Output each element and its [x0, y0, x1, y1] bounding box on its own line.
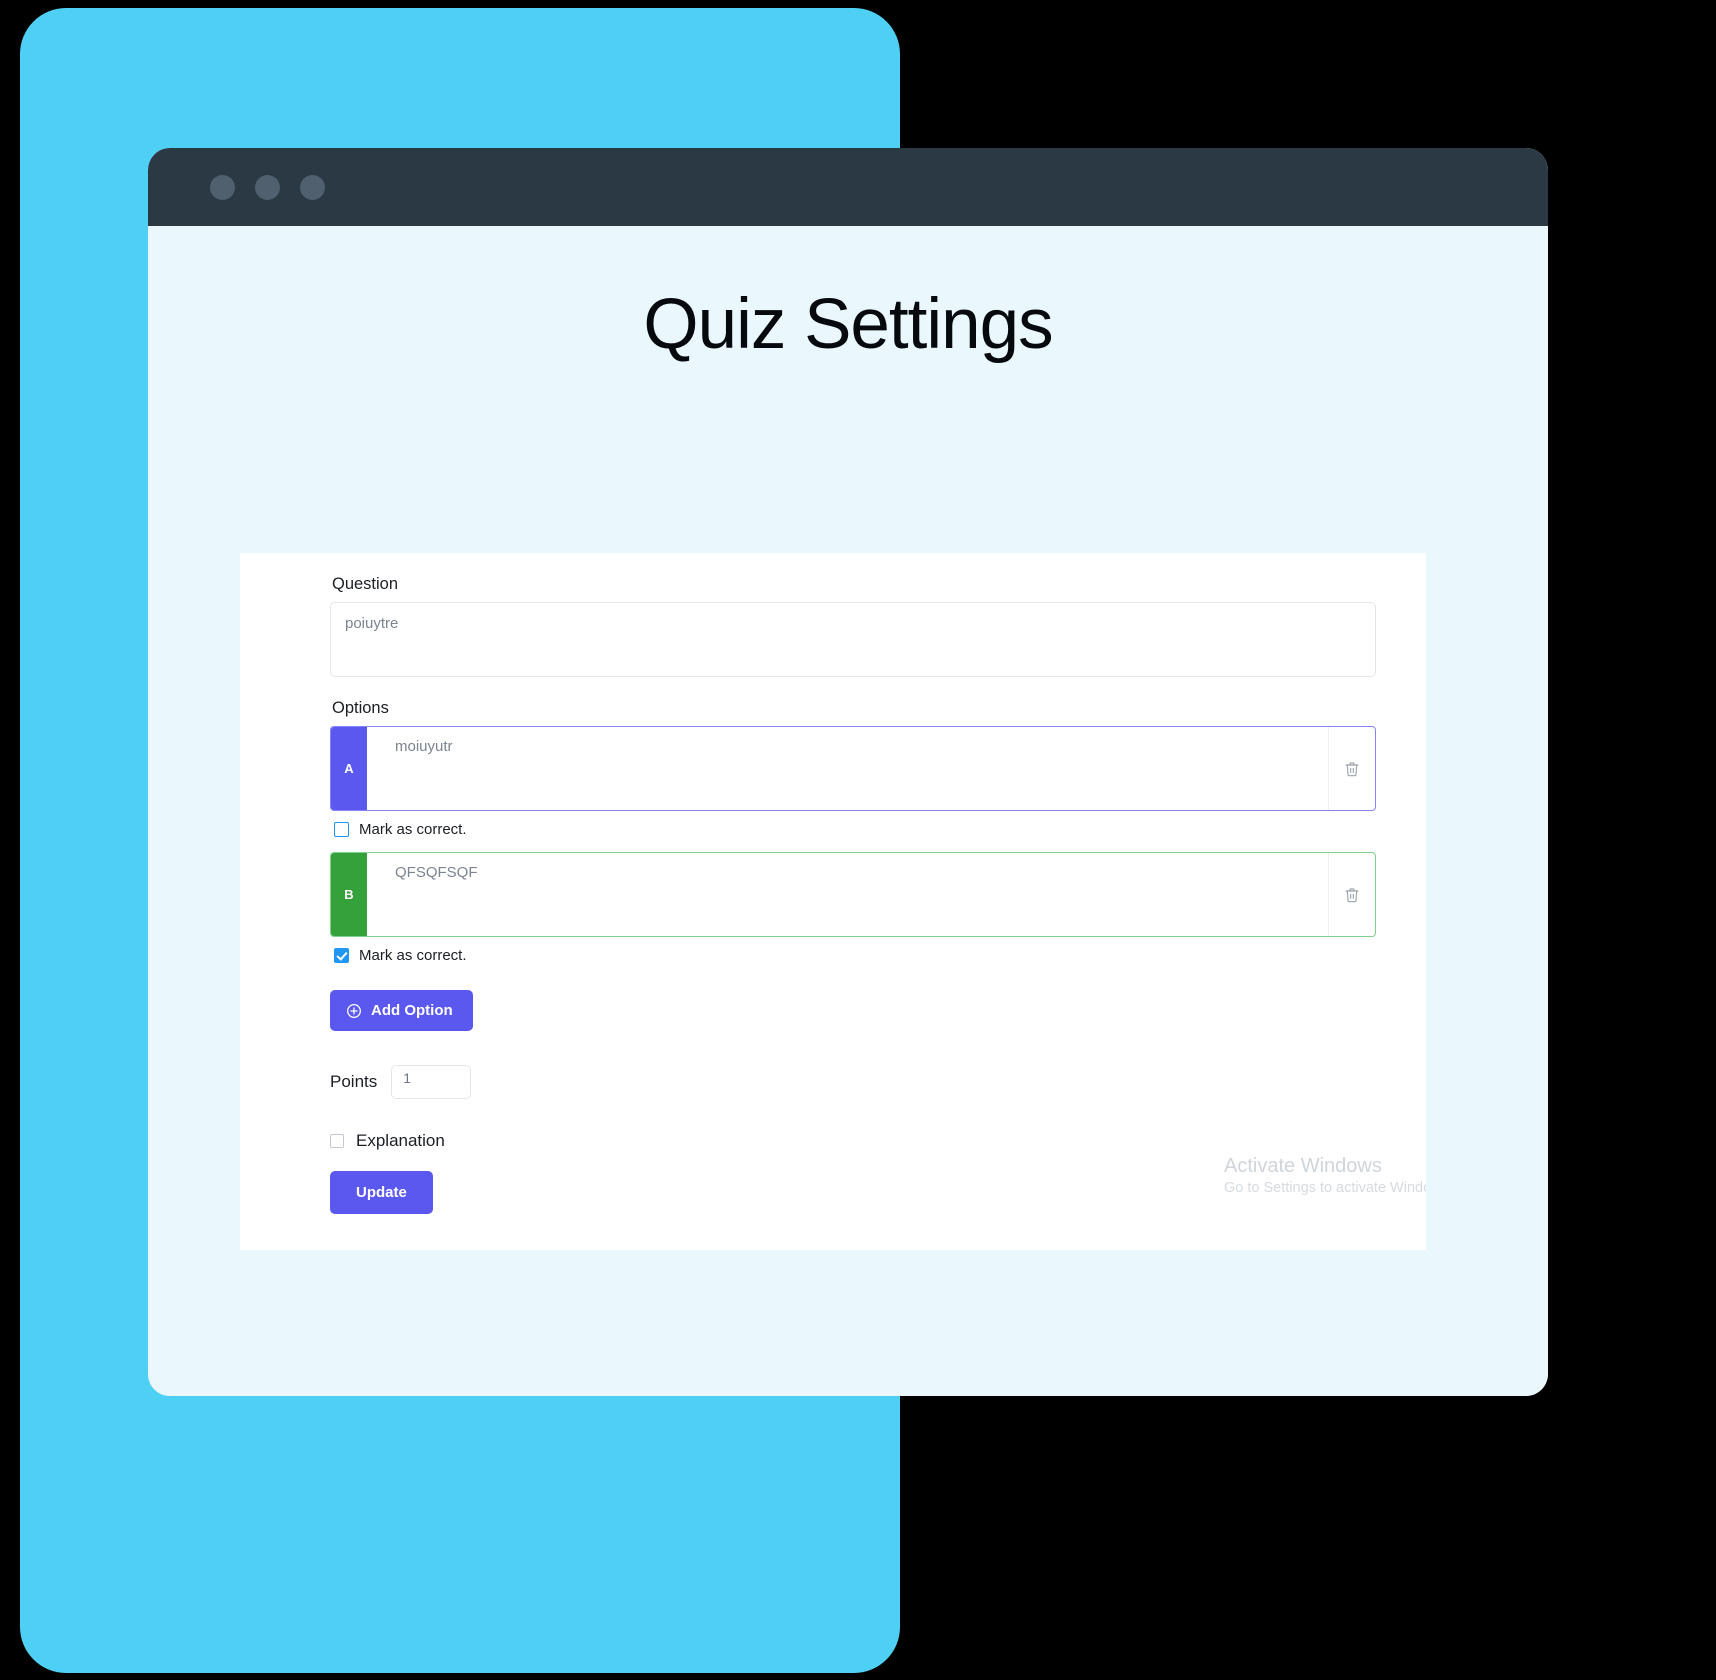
window-maximize-dot[interactable]	[300, 174, 325, 200]
mark-as-correct-label: Mark as correct.	[359, 821, 467, 838]
delete-option-button[interactable]	[1329, 727, 1375, 810]
option-text-input[interactable]: QFSQFSQF	[367, 853, 1329, 936]
option-row: B QFSQFSQF	[330, 852, 1376, 937]
screenshot-stage: Quiz Settings Question poiuytre Options …	[0, 0, 1716, 1680]
add-option-label: Add Option	[371, 1002, 453, 1019]
question-label: Question	[332, 575, 399, 593]
watermark-subtitle: Go to Settings to activate Windows	[1224, 1180, 1426, 1197]
add-option-button[interactable]: Add Option	[330, 990, 473, 1031]
mark-as-correct-row[interactable]: Mark as correct.	[334, 821, 1426, 838]
option-text-input[interactable]: moiuyutr	[367, 727, 1329, 810]
quiz-settings-card: Question poiuytre Options A moiuyutr Mar…	[240, 553, 1426, 1250]
option-letter-badge: B	[331, 853, 367, 936]
explanation-checkbox[interactable]	[330, 1134, 344, 1148]
explanation-label: Explanation	[356, 1131, 445, 1150]
option-letter-badge: A	[331, 727, 367, 810]
option-row: A moiuyutr	[330, 726, 1376, 811]
trash-icon	[1345, 887, 1359, 902]
options-label: Options	[332, 699, 389, 717]
window-close-dot[interactable]	[210, 174, 235, 200]
mark-as-correct-label: Mark as correct.	[359, 947, 467, 964]
points-row: Points 1	[330, 1065, 1426, 1099]
windows-activation-watermark: Activate Windows Go to Settings to activ…	[1224, 1154, 1426, 1198]
update-button[interactable]: Update	[330, 1171, 433, 1214]
trash-icon	[1345, 761, 1359, 776]
watermark-title: Activate Windows	[1224, 1155, 1382, 1178]
points-input[interactable]: 1	[391, 1065, 472, 1099]
window-minimize-dot[interactable]	[255, 174, 280, 200]
browser-window-mockup: Quiz Settings Question poiuytre Options …	[148, 148, 1548, 1396]
explanation-row[interactable]: Explanation	[330, 1131, 1426, 1151]
question-input[interactable]: poiuytre	[330, 602, 1376, 677]
delete-option-button[interactable]	[1329, 853, 1375, 936]
points-label: Points	[330, 1072, 378, 1091]
plus-circle-icon	[347, 1003, 361, 1018]
browser-viewport: Quiz Settings Question poiuytre Options …	[148, 226, 1548, 1396]
page-title: Quiz Settings	[643, 285, 1053, 364]
mark-as-correct-checkbox[interactable]	[334, 822, 349, 837]
quiz-form: Question poiuytre Options A moiuyutr Mar…	[240, 553, 1426, 1250]
browser-titlebar	[148, 148, 1548, 226]
mark-as-correct-checkbox[interactable]	[334, 948, 349, 963]
mark-as-correct-row[interactable]: Mark as correct.	[334, 947, 1426, 964]
